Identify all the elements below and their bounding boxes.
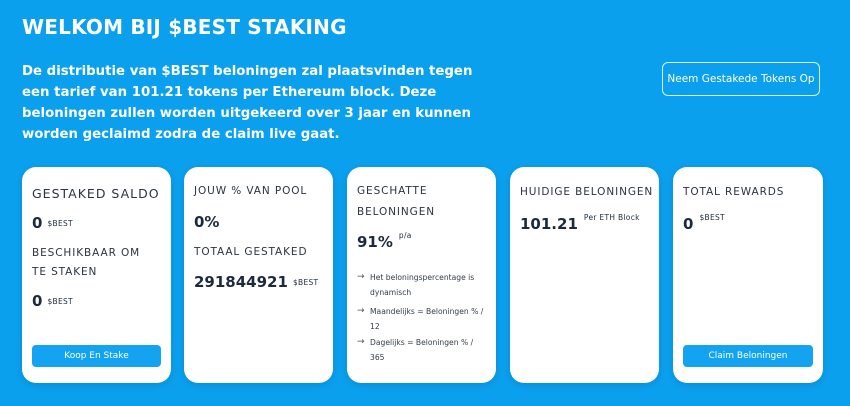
total-staked-unit: $BEST (292, 278, 319, 287)
total-staked-value: 291844921 $BEST (194, 273, 318, 291)
arrow-right-icon: → (357, 306, 365, 316)
estimated-rewards-suffix: p/a (398, 231, 412, 240)
reward-note-dynamic: → Het beloningspercentage is dynamisch (357, 270, 485, 300)
available-to-stake-unit: $BEST (47, 297, 73, 306)
total-rewards-value: 0 $BEST (683, 213, 725, 233)
staked-balance-card: GESTAKED SALDO 0 $BEST BESCHIKBAAR OM TE … (22, 167, 171, 383)
total-rewards-label: TOTAL REWARDS (683, 186, 785, 198)
current-rewards-value: 101.21 Per ETH Block (520, 213, 640, 233)
staked-balance-value: 0 $BEST (32, 214, 73, 232)
estimated-rewards-card: GESCHATTE BELONINGEN 91% p/a → Het beloni… (347, 167, 496, 383)
pool-share-card: JOUW % VAN POOL 0% TOTAAL GESTAKED 29184… (184, 167, 333, 383)
reward-note-text: Het beloningspercentage is dynamisch (370, 273, 475, 297)
staked-balance-amount: 0 (32, 214, 43, 232)
total-staked-label: TOTAAL GESTAKED (194, 246, 308, 258)
arrow-right-icon: → (357, 337, 365, 347)
total-staked-amount: 291844921 (194, 273, 288, 291)
available-to-stake-value: 0 $BEST (32, 292, 73, 310)
reward-note-text: Maandelijks = Beloningen % / 12 (370, 307, 484, 331)
withdraw-staked-button[interactable]: Neem Gestakede Tokens Op (662, 62, 820, 96)
reward-note-text: Dagelijks = Beloningen % / 365 (370, 338, 474, 362)
page-title: WELKOM BIJ $BEST STAKING (22, 15, 347, 39)
claim-rewards-button[interactable]: Claim Beloningen (683, 345, 813, 367)
total-rewards-unit: $BEST (699, 213, 725, 222)
reward-note-monthly: → Maandelijks = Beloningen % / 12 (357, 304, 485, 334)
total-rewards-card: TOTAL REWARDS 0 $BEST Claim Beloningen (673, 167, 823, 383)
available-to-stake-label: BESCHIKBAAR OM TE STAKEN (32, 247, 141, 278)
staked-balance-unit: $BEST (47, 219, 73, 228)
staked-balance-label: GESTAKED SALDO (32, 186, 160, 201)
current-rewards-suffix: Per ETH Block (583, 213, 640, 222)
arrow-right-icon: → (357, 272, 365, 282)
pool-share-value: 0% (194, 213, 220, 231)
current-rewards-card: HUIDIGE BELONINGEN 101.21 Per ETH Block (510, 167, 659, 383)
estimated-rewards-value: 91% p/a (357, 231, 412, 251)
buy-and-stake-button[interactable]: Koop En Stake (32, 345, 161, 367)
available-to-stake-amount: 0 (32, 292, 43, 310)
intro-text: De distributie van $BEST beloningen zal … (22, 64, 473, 142)
current-rewards-amount: 101.21 (520, 215, 578, 233)
pool-share-label: JOUW % VAN POOL (194, 185, 308, 197)
current-rewards-label: HUIDIGE BELONINGEN (520, 186, 654, 198)
total-rewards-amount: 0 (683, 215, 694, 233)
estimated-rewards-percent: 91% (357, 233, 393, 251)
estimated-rewards-label: GESCHATTE BELONINGEN (357, 185, 436, 218)
reward-note-daily: → Dagelijks = Beloningen % / 365 (357, 335, 485, 365)
